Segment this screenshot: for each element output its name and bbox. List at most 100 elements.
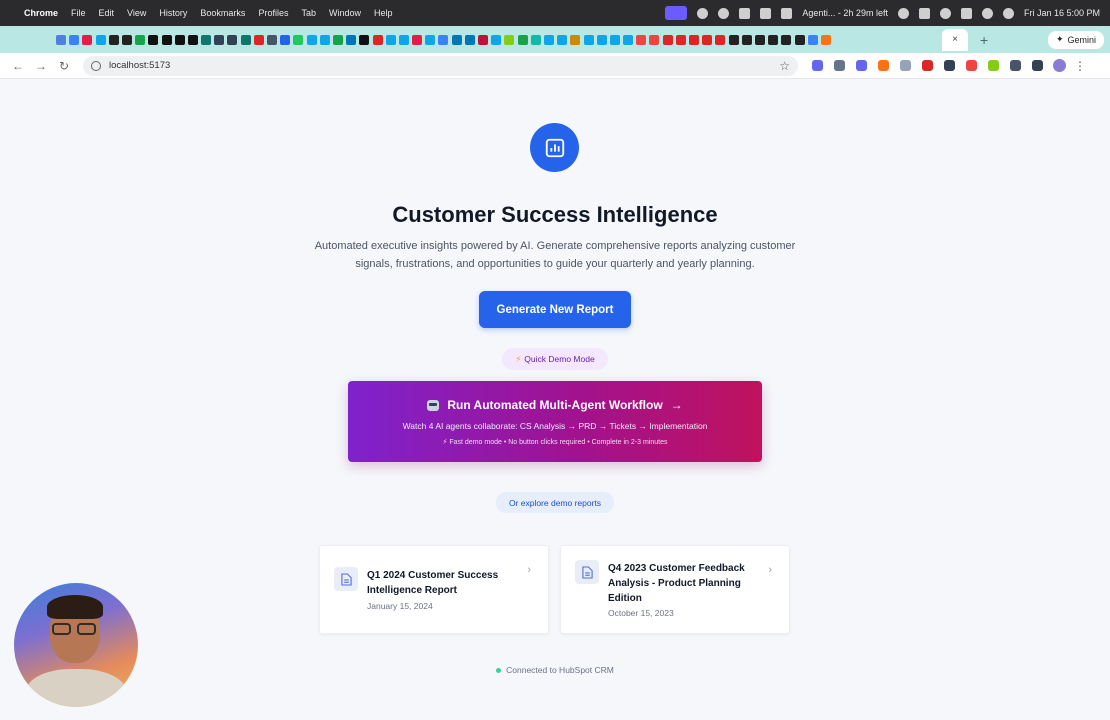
pinned-tab-favicon-icon[interactable] bbox=[346, 34, 357, 45]
extension-icon[interactable] bbox=[834, 60, 845, 71]
focus-icon[interactable] bbox=[897, 7, 909, 19]
pinned-tab-favicon-icon[interactable] bbox=[253, 34, 264, 45]
pinned-tab-favicon-icon[interactable] bbox=[543, 34, 554, 45]
menu-file[interactable]: File bbox=[71, 8, 86, 18]
pinned-tab-favicon-icon[interactable] bbox=[438, 34, 449, 45]
pinned-tab-favicon-icon[interactable] bbox=[464, 34, 475, 45]
menu-window[interactable]: Window bbox=[329, 8, 361, 18]
forward-icon[interactable]: → bbox=[31, 59, 51, 73]
extension-icon[interactable] bbox=[900, 60, 911, 71]
pinned-tab-favicon-icon[interactable] bbox=[148, 34, 159, 45]
screen-recording-icon[interactable] bbox=[665, 6, 688, 20]
status-app-icon[interactable] bbox=[697, 7, 709, 19]
pinned-tab-favicon-icon[interactable] bbox=[504, 34, 515, 45]
pinned-tab-favicon-icon[interactable] bbox=[689, 34, 699, 45]
pinned-tab-favicon-icon[interactable] bbox=[781, 34, 792, 45]
menu-bar-clock[interactable]: Fri Jan 16 5:00 PM bbox=[1024, 8, 1100, 18]
menu-app-name[interactable]: Chrome bbox=[24, 8, 58, 18]
menu-profiles[interactable]: Profiles bbox=[258, 8, 288, 18]
back-icon[interactable]: ← bbox=[8, 59, 28, 73]
pinned-tab-favicon-icon[interactable] bbox=[82, 34, 93, 45]
status-app-icon[interactable] bbox=[760, 7, 772, 19]
pinned-tab-favicon-icon[interactable] bbox=[715, 34, 726, 45]
pinned-tab-favicon-icon[interactable] bbox=[768, 34, 779, 45]
pinned-tab-favicon-icon[interactable] bbox=[517, 34, 528, 45]
menu-view[interactable]: View bbox=[127, 8, 146, 18]
pinned-tab-favicon-icon[interactable] bbox=[293, 34, 304, 45]
menu-bookmarks[interactable]: Bookmarks bbox=[200, 8, 245, 18]
pinned-tab-favicon-icon[interactable] bbox=[227, 34, 238, 45]
pinned-tab-favicon-icon[interactable] bbox=[332, 34, 343, 45]
pinned-tab-favicon-icon[interactable] bbox=[385, 34, 396, 45]
close-tab-icon[interactable]: × bbox=[952, 34, 958, 45]
pinned-tab-favicon-icon[interactable] bbox=[201, 34, 212, 45]
pinned-tab-favicon-icon[interactable] bbox=[570, 34, 581, 45]
pinned-tab-favicon-icon[interactable] bbox=[161, 34, 172, 45]
spotlight-search-icon[interactable] bbox=[981, 7, 993, 19]
pinned-tab-favicon-icon[interactable] bbox=[319, 34, 330, 45]
pinned-tab-favicon-icon[interactable] bbox=[649, 34, 660, 45]
pinned-tab-favicon-icon[interactable] bbox=[95, 34, 106, 45]
pinned-tab-favicon-icon[interactable] bbox=[807, 34, 818, 45]
pinned-tab-favicon-icon[interactable] bbox=[240, 34, 251, 45]
profile-avatar[interactable] bbox=[1053, 59, 1066, 72]
pinned-tab-favicon-icon[interactable] bbox=[820, 34, 831, 45]
status-app-icon[interactable] bbox=[781, 7, 793, 19]
pinned-tab-favicon-icon[interactable] bbox=[121, 34, 132, 45]
pinned-tab-favicon-icon[interactable] bbox=[702, 34, 713, 45]
pinned-tab-favicon-icon[interactable] bbox=[214, 34, 225, 45]
agent-timer-status[interactable]: Agenti... - 2h 29m left bbox=[802, 8, 888, 18]
pinned-tab-favicon-icon[interactable] bbox=[583, 34, 594, 45]
pinned-tab-favicon-icon[interactable] bbox=[596, 34, 607, 45]
gemini-button[interactable]: ✦ Gemini bbox=[1047, 30, 1104, 49]
extension-icon[interactable] bbox=[988, 60, 999, 71]
pinned-tab-favicon-icon[interactable] bbox=[412, 34, 423, 45]
address-bar-url[interactable]: localhost:5173 bbox=[109, 60, 170, 71]
pinned-tab-favicon-icon[interactable] bbox=[530, 34, 541, 45]
pinned-tab-favicon-icon[interactable] bbox=[174, 34, 185, 45]
pinned-tab-favicon-icon[interactable] bbox=[557, 34, 568, 45]
run-workflow-button[interactable]: Run Automated Multi-Agent Workflow → Wat… bbox=[348, 381, 762, 462]
menu-help[interactable]: Help bbox=[374, 8, 393, 18]
pinned-tab-favicon-icon[interactable] bbox=[675, 34, 686, 45]
pinned-tab-favicon-icon[interactable] bbox=[187, 34, 198, 45]
address-bar[interactable]: localhost:5173 ☆ bbox=[83, 55, 798, 76]
pinned-tab-favicon-icon[interactable] bbox=[609, 34, 620, 45]
pinned-tab-favicon-icon[interactable] bbox=[135, 34, 146, 45]
pinned-tab-favicon-icon[interactable] bbox=[69, 34, 80, 45]
pinned-tab-favicon-icon[interactable] bbox=[741, 34, 752, 45]
pinned-tab-favicon-icon[interactable] bbox=[451, 34, 462, 45]
pinned-tab-favicon-icon[interactable] bbox=[478, 34, 488, 45]
status-app-icon[interactable] bbox=[739, 7, 751, 19]
status-app-icon[interactable] bbox=[718, 7, 730, 19]
extension-icon[interactable] bbox=[966, 60, 977, 71]
extension-icon[interactable] bbox=[812, 60, 823, 71]
pinned-tab-favicon-icon[interactable] bbox=[359, 34, 370, 45]
extension-icon[interactable] bbox=[944, 60, 955, 71]
pinned-tab-favicon-icon[interactable] bbox=[728, 34, 739, 45]
extension-icon[interactable] bbox=[922, 60, 933, 71]
site-info-icon[interactable] bbox=[91, 60, 101, 71]
menu-edit[interactable]: Edit bbox=[99, 8, 115, 18]
siri-icon[interactable] bbox=[1002, 7, 1014, 19]
pinned-tab-favicon-icon[interactable] bbox=[754, 34, 765, 45]
menu-history[interactable]: History bbox=[159, 8, 187, 18]
pinned-tab-favicon-icon[interactable] bbox=[56, 34, 66, 45]
pinned-tab-favicon-icon[interactable] bbox=[662, 34, 673, 45]
pinned-tab-favicon-icon[interactable] bbox=[794, 34, 805, 45]
pinned-tab-favicon-icon[interactable] bbox=[425, 34, 436, 45]
browser-menu-icon[interactable]: ⋮ bbox=[1074, 59, 1086, 73]
pinned-tab-favicon-icon[interactable] bbox=[491, 34, 502, 45]
pinned-tab-favicon-icon[interactable] bbox=[636, 34, 647, 45]
report-card[interactable]: Q1 2024 Customer Success Intelligence Re… bbox=[319, 545, 549, 634]
pinned-tab-favicon-icon[interactable] bbox=[306, 34, 317, 45]
menu-tab[interactable]: Tab bbox=[301, 8, 316, 18]
active-tab[interactable]: × bbox=[942, 28, 968, 51]
pinned-tab-favicon-icon[interactable] bbox=[280, 34, 291, 45]
pinned-tab-favicon-icon[interactable] bbox=[372, 34, 383, 45]
extension-icon[interactable] bbox=[856, 60, 867, 71]
control-center-icon[interactable] bbox=[960, 7, 972, 19]
report-card[interactable]: Q4 2023 Customer Feedback Analysis - Pro… bbox=[560, 545, 790, 634]
pinned-tab-favicon-icon[interactable] bbox=[623, 34, 634, 45]
extension-icon[interactable] bbox=[878, 60, 889, 71]
